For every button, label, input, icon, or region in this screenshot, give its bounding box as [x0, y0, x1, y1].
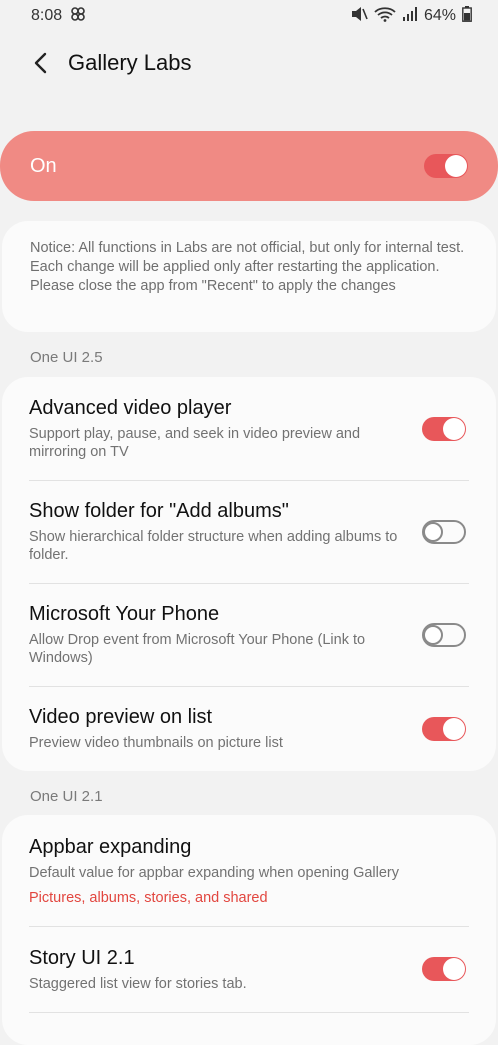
setting-advanced-video-player[interactable]: Advanced video player Support play, paus…	[2, 377, 496, 480]
settings-group-one-ui-2-1: Appbar expanding Default value for appba…	[2, 815, 496, 1045]
setting-show-folder-add-albums[interactable]: Show folder for "Add albums" Show hierar…	[2, 480, 496, 583]
notice-text: Notice: All functions in Labs are not of…	[30, 240, 465, 294]
microsoft-your-phone-toggle[interactable]	[422, 622, 466, 647]
setting-description: Allow Drop event from Microsoft Your Pho…	[29, 632, 366, 666]
setting-title: Advanced video player	[29, 397, 232, 419]
setting-description: Preview video thumbnails on picture list	[29, 735, 283, 751]
setting-next-partial	[2, 1012, 496, 1042]
master-toggle[interactable]	[424, 154, 468, 178]
video-preview-toggle[interactable]	[422, 716, 466, 741]
setting-title: Appbar expanding	[29, 835, 192, 858]
master-switch-bar[interactable]: On	[0, 131, 498, 201]
setting-description: Show hierarchical folder structure when …	[29, 529, 398, 563]
battery-percent: 64%	[423, 7, 456, 24]
section-header-one-ui-2-1: One UI 2.1	[30, 788, 103, 805]
section-header-one-ui-2-5: One UI 2.5	[30, 349, 103, 366]
wifi-icon	[374, 6, 396, 27]
settings-group-one-ui-2-5: Advanced video player Support play, paus…	[2, 377, 496, 771]
setting-title: Video preview on list	[29, 706, 213, 728]
chevron-left-icon	[34, 52, 47, 74]
setting-video-preview-on-list[interactable]: Video preview on list Preview video thum…	[2, 686, 496, 771]
setting-title: Story UI 2.1	[29, 946, 135, 969]
advanced-video-player-toggle[interactable]	[422, 416, 466, 441]
setting-description: Default value for appbar expanding when …	[29, 864, 399, 881]
page-title: Gallery Labs	[68, 50, 192, 75]
clock: 8:08	[31, 7, 63, 24]
status-bar: 8:08 64%	[0, 0, 498, 32]
story-ui-toggle[interactable]	[422, 957, 466, 981]
show-folder-toggle[interactable]	[422, 519, 466, 544]
mute-icon	[350, 6, 368, 27]
setting-selected-value: Pictures, albums, stories, and shared	[29, 889, 268, 906]
back-button[interactable]	[26, 49, 54, 77]
setting-microsoft-your-phone[interactable]: Microsoft Your Phone Allow Drop event fr…	[2, 583, 496, 686]
signal-icon	[402, 6, 418, 26]
pinwheel-icon	[70, 6, 86, 27]
setting-title: Microsoft Your Phone	[29, 603, 220, 625]
setting-appbar-expanding[interactable]: Appbar expanding Default value for appba…	[2, 815, 496, 926]
setting-description: Support play, pause, and seek in video p…	[29, 426, 361, 460]
setting-title: Show folder for "Add albums"	[29, 500, 289, 522]
app-bar: Gallery Labs	[0, 32, 498, 94]
master-switch-label: On	[30, 154, 57, 177]
battery-icon	[462, 5, 472, 27]
setting-story-ui-2-1[interactable]: Story UI 2.1 Staggered list view for sto…	[2, 926, 496, 1012]
notice-card: Notice: All functions in Labs are not of…	[2, 221, 496, 332]
setting-description: Staggered list view for stories tab.	[29, 975, 247, 992]
